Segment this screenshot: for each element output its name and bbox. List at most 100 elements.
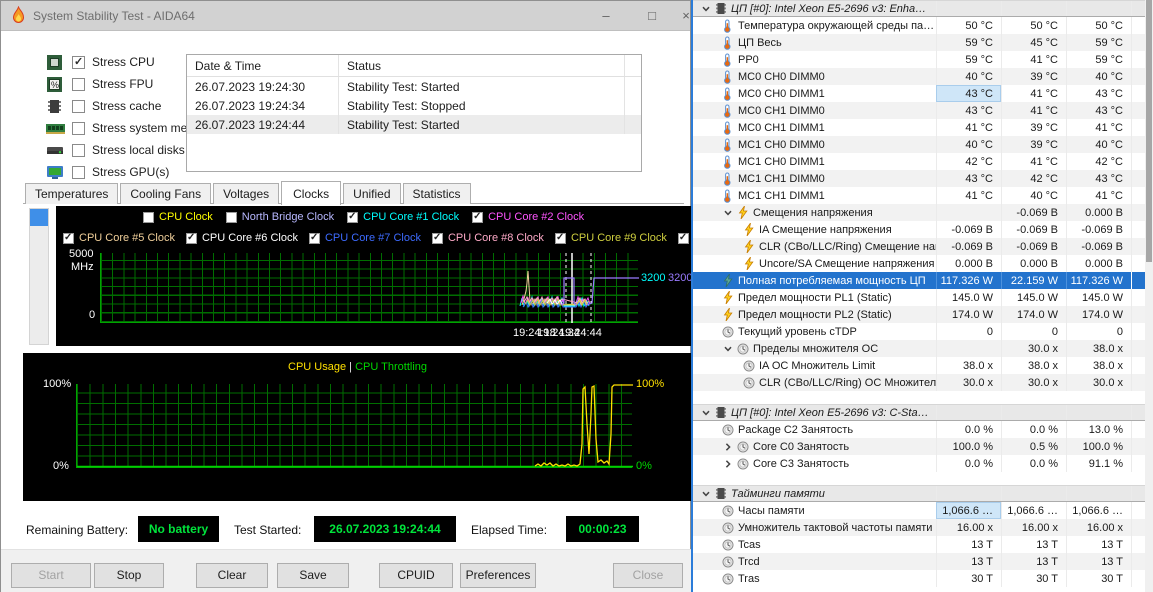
stress-option-label: Stress CPU: [92, 55, 155, 69]
sensor-item-row[interactable]: Uncore/SA Смещение напряжения0.000 В0.00…: [693, 255, 1145, 272]
sensor-item-row[interactable]: Температура окружающей среды па…50 °C50 …: [693, 17, 1145, 34]
sensor-extra-cell: [1131, 221, 1145, 238]
clear-button[interactable]: Clear: [196, 563, 268, 588]
legend-label: CPU Core #7 Clock: [325, 232, 421, 244]
sensor-item-row[interactable]: MC1 CH1 DIMM043 °C42 °C43 °C: [693, 170, 1145, 187]
legend-checkbox-b0[interactable]: [63, 233, 74, 244]
sensor-label: ЦП [#0]: Intel Xeon E5-2696 v3: Enha…: [731, 3, 936, 15]
stress-checkbox-3[interactable]: [72, 122, 85, 135]
sensor-item-row[interactable]: PP059 °C41 °C59 °C: [693, 51, 1145, 68]
sensor-item-row[interactable]: MC0 CH0 DIMM143 °C41 °C43 °C: [693, 85, 1145, 102]
sensor-item-row[interactable]: Смещения напряжения-0.069 В0.000 В: [693, 204, 1145, 221]
title-bar[interactable]: System Stability Test - AIDA64 – □ ×: [1, 1, 690, 31]
tab-statistics[interactable]: Statistics: [403, 183, 471, 204]
sensor-label: MC1 CH0 DIMM1: [738, 156, 936, 168]
legend-checkbox-b5[interactable]: [678, 233, 689, 244]
sensor-value-cell: [1066, 486, 1131, 501]
sensor-item-row[interactable]: Полная потребляемая мощность ЦП117.326 W…: [693, 272, 1145, 289]
sensor-item-row[interactable]: Core C3 Занятость0.0 %0.0 %91.1 %: [693, 455, 1145, 472]
sensor-item-row[interactable]: Предел мощности PL1 (Static)145.0 W145.0…: [693, 289, 1145, 306]
sensor-extra-cell: [1131, 289, 1145, 306]
tab-temperatures[interactable]: Temperatures: [25, 183, 118, 204]
sensor-item-row[interactable]: Tras30 T30 T30 T: [693, 570, 1145, 587]
sensor-panel: ЦП [#0]: Intel Xeon E5-2696 v3: Enha… Тем…: [691, 0, 1153, 592]
legend-checkbox-a1[interactable]: [226, 212, 237, 223]
close-button: Close: [613, 563, 683, 588]
sensor-item-row[interactable]: Предел мощности PL2 (Static)174.0 W174.0…: [693, 306, 1145, 323]
usage-y-min-label: 0%: [53, 460, 69, 472]
chart-scrollbar[interactable]: [29, 208, 49, 345]
sensor-item-row[interactable]: CLR (CBo/LLC/Ring) Смещение нап…-0.069 В…: [693, 238, 1145, 255]
legend-checkbox-a3[interactable]: [472, 212, 483, 223]
log-table-row[interactable]: 26.07.2023 19:24:34Stability Test: Stopp…: [187, 96, 641, 115]
sensor-item-row[interactable]: IA Смещение напряжения-0.069 В-0.069 В-0…: [693, 221, 1145, 238]
clock-icon: [735, 343, 750, 355]
sensor-item-row[interactable]: MC1 CH1 DIMM141 °C40 °C41 °C: [693, 187, 1145, 204]
sensor-label: MC0 CH0 DIMM1: [738, 88, 936, 100]
stress-checkbox-1[interactable]: [72, 78, 85, 91]
sensor-value-cell: 40 °C: [936, 136, 1001, 153]
chevron-down-icon[interactable]: [699, 4, 713, 14]
sensor-item-row[interactable]: MC1 CH0 DIMM040 °C39 °C40 °C: [693, 136, 1145, 153]
legend-checkbox-b3[interactable]: [432, 233, 443, 244]
clock-icon: [720, 424, 735, 436]
tab-strip: TemperaturesCooling FansVoltagesClocksUn…: [25, 181, 473, 204]
sensor-value-cell: 30 T: [1066, 570, 1131, 587]
legend-checkbox-a0[interactable]: [143, 212, 154, 223]
legend-checkbox-b4[interactable]: [555, 233, 566, 244]
sensor-item-row[interactable]: Core C0 Занятость100.0 %0.5 %100.0 %: [693, 438, 1145, 455]
sensor-value-cell: -0.069 В: [936, 221, 1001, 238]
chevron-right-icon[interactable]: [721, 442, 735, 452]
sensor-item-row[interactable]: ЦП Весь59 °C45 °C59 °C: [693, 34, 1145, 51]
sensor-item-row[interactable]: MC0 CH1 DIMM141 °C39 °C41 °C: [693, 119, 1145, 136]
stress-checkbox-4[interactable]: [72, 144, 85, 157]
tab-voltages[interactable]: Voltages: [213, 183, 279, 204]
sensor-item-row[interactable]: Trcd13 T13 T13 T: [693, 553, 1145, 570]
log-table-row[interactable]: 26.07.2023 19:24:30Stability Test: Start…: [187, 77, 641, 96]
sensor-item-row[interactable]: Текущий уровень cTDP000: [693, 323, 1145, 340]
stress-checkbox-2[interactable]: [72, 100, 85, 113]
legend-checkbox-b1[interactable]: [186, 233, 197, 244]
stress-checkbox-0[interactable]: [72, 56, 85, 69]
sensor-item-row[interactable]: Пределы множителя ОС30.0 x38.0 x: [693, 340, 1145, 357]
aida64-flame-icon: [11, 6, 26, 30]
sensor-scrollbar[interactable]: [1145, 0, 1153, 592]
sensor-group-row[interactable]: ЦП [#0]: Intel Xeon E5-2696 v3: Enha…: [693, 0, 1145, 17]
sensor-item-row[interactable]: MC1 CH0 DIMM142 °C41 °C42 °C: [693, 153, 1145, 170]
sensor-item-row[interactable]: Умножитель тактовой частоты памяти16.00 …: [693, 519, 1145, 536]
save-button[interactable]: Save: [277, 563, 349, 588]
sensor-item-row[interactable]: IA ОС Множитель Limit38.0 x38.0 x38.0 x: [693, 357, 1145, 374]
chart-scrollbar-thumb[interactable]: [30, 209, 48, 226]
stress-checkbox-5[interactable]: [72, 166, 85, 179]
sensor-item-row[interactable]: Tcas13 T13 T13 T: [693, 536, 1145, 553]
sensor-group-row[interactable]: Тайминги памяти: [693, 485, 1145, 502]
chevron-down-icon[interactable]: [721, 344, 735, 354]
preferences-button[interactable]: Preferences: [460, 563, 536, 588]
chevron-right-icon[interactable]: [721, 459, 735, 469]
chevron-down-icon[interactable]: [699, 408, 713, 418]
legend-checkbox-a2[interactable]: [347, 212, 358, 223]
tab-clocks[interactable]: Clocks: [281, 181, 341, 205]
sensor-item-row[interactable]: CLR (CBo/LLC/Ring) ОС Множитель…30.0 x30…: [693, 374, 1145, 391]
sensor-item-row[interactable]: Часы памяти1,066.6 …1,066.6 …1,066.6 …: [693, 502, 1145, 519]
sensor-item-row[interactable]: MC0 CH1 DIMM043 °C41 °C43 °C: [693, 102, 1145, 119]
maximize-button[interactable]: □: [635, 1, 669, 31]
stop-button[interactable]: Stop: [94, 563, 164, 588]
disk-icon: [46, 141, 66, 159]
log-table-row[interactable]: 26.07.2023 19:24:44Stability Test: Start…: [187, 115, 641, 134]
tab-cooling-fans[interactable]: Cooling Fans: [120, 183, 211, 204]
legend-checkbox-b2[interactable]: [309, 233, 320, 244]
tab-unified[interactable]: Unified: [343, 183, 400, 204]
sensor-item-row[interactable]: Package C2 Занятость0.0 %0.0 %13.0 %: [693, 421, 1145, 438]
chevron-down-icon[interactable]: [721, 208, 735, 218]
minimize-button[interactable]: –: [589, 1, 623, 31]
cpuid-button[interactable]: CPUID: [379, 563, 453, 588]
sensor-scrollbar-thumb[interactable]: [1146, 0, 1152, 262]
sensor-item-row[interactable]: MC0 CH0 DIMM040 °C39 °C40 °C: [693, 68, 1145, 85]
sensor-group-row[interactable]: ЦП [#0]: Intel Xeon E5-2696 v3: C-Sta…: [693, 404, 1145, 421]
sensor-value-cell: 59 °C: [1066, 34, 1131, 51]
sensor-value-cell: 30.0 x: [1001, 374, 1066, 391]
sensor-label: Tcas: [738, 539, 936, 551]
chevron-down-icon[interactable]: [699, 489, 713, 499]
sensor-label: MC0 CH0 DIMM0: [738, 71, 936, 83]
